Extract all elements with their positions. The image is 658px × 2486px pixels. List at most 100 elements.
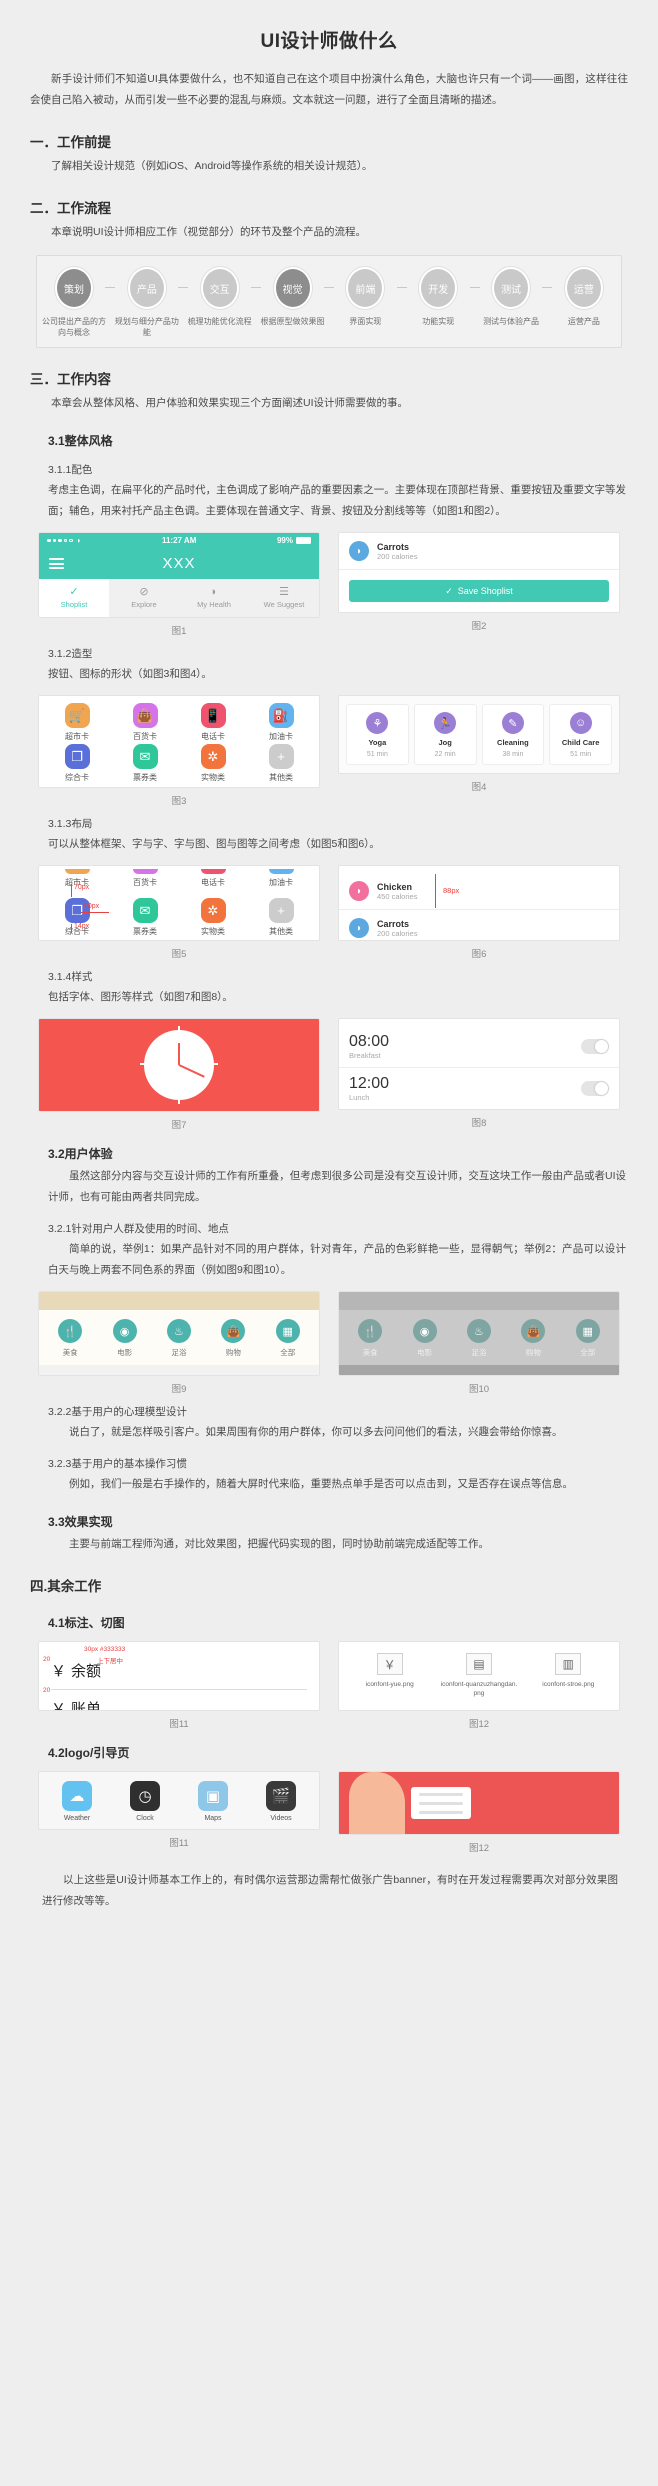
flow-node-2[interactable]: 交互 梳理功能优化流程	[187, 267, 252, 327]
asset-2[interactable]: ▥ iconfont-stroe.png	[529, 1653, 607, 1698]
figure-10: 🍴 美食 ◉ 电影 ♨ 足浴 👜 购物 ▦ 全部	[338, 1291, 620, 1376]
activity-duration-1: 22 min	[434, 751, 456, 758]
section-3-1-4-heading: 3.1.4样式	[48, 971, 93, 983]
category-1[interactable]: ◉ 电影	[112, 1319, 137, 1358]
figure-11b-col: ☁ Weather ◷ Clock ▣ Maps 🎬 Videos 图11	[38, 1771, 320, 1854]
figure-6-col: ◗ Chicken 450 calories ◗ Carrots 200 cal…	[338, 865, 620, 960]
status-time: 11:27 AM	[161, 536, 197, 545]
section-3-2-2-heading: 3.2.2基于用户的心理模型设计	[48, 1406, 187, 1418]
category-label-1: 电影	[117, 1348, 133, 1357]
battery-icon	[296, 537, 311, 544]
category-4[interactable]: ▦ 全部	[275, 1319, 300, 1358]
flow-label-2: 梳理功能优化流程	[187, 317, 252, 326]
section-3-heading: 三．工作内容	[30, 372, 111, 387]
section-3-1-1-heading: 3.1.1配色	[48, 464, 93, 476]
alarm-time-1: 12:00	[349, 1075, 390, 1092]
figure-5-col: 超市卡 百货卡 电话卡 加油卡 ❐ 综合卡 ✉ 票券类 ✲ 实物类 + 其他类 …	[38, 865, 320, 960]
flow-connector-5	[469, 287, 480, 288]
fig5-bot-cell-2: ✲ 实物类	[179, 898, 247, 937]
section-3-2-body: 虽然这部分内容与交互设计师的工作有所重叠，但考虑到很多公司是没有交互设计师，交互…	[48, 1170, 626, 1203]
app-videos[interactable]: 🎬 Videos	[266, 1781, 296, 1822]
fig5-top-label-1: 百货卡	[133, 878, 157, 887]
activity-duration-0: 51 min	[366, 751, 388, 758]
save-shoplist-button[interactable]: ✓ Save Shoplist	[349, 580, 609, 602]
fig5-bot-cell-0: ❐ 综合卡	[43, 898, 111, 937]
slice-note-0: 30px #333333	[84, 1646, 126, 1653]
icon-cell-2[interactable]: 📱 电话卡	[179, 703, 247, 742]
category-dark-4[interactable]: ▦ 全部	[575, 1319, 600, 1358]
app-weather[interactable]: ☁ Weather	[62, 1781, 92, 1822]
alarm-row-0[interactable]: 08:00 Breakfast	[339, 1026, 619, 1068]
fig5-top-cell-1: 百货卡	[111, 869, 179, 888]
icon-cell-4[interactable]: ❐ 综合卡	[43, 744, 111, 783]
app-clock[interactable]: ◷ Clock	[130, 1781, 160, 1822]
activity-card-1[interactable]: 🏃 Jog 22 min	[413, 704, 477, 765]
asset-0[interactable]: ￥ iconfont-yue.png	[351, 1653, 429, 1698]
flow-node-7[interactable]: 运营 运营产品	[553, 267, 615, 327]
shopping-icon: 👜	[221, 1319, 246, 1343]
phone-icon: 📱	[200, 703, 226, 728]
icon-cell-5[interactable]: ✉ 票券类	[111, 744, 179, 783]
category-dark-1[interactable]: ◉ 电影	[412, 1319, 437, 1358]
alarm-toggle-0[interactable]	[581, 1039, 609, 1054]
phone-status-bar: ◗ 11:27 AM 99%	[39, 533, 319, 548]
icon-label-4: 综合卡	[65, 773, 89, 782]
flow-circle-0: 策划	[55, 267, 93, 309]
category-2[interactable]: ♨ 足浴	[166, 1319, 191, 1358]
list-icon: ☰	[279, 586, 289, 598]
signal-icon	[47, 538, 73, 543]
alarm-toggle-1[interactable]	[581, 1081, 609, 1096]
flow-node-4[interactable]: 前端 界面实现	[334, 267, 396, 327]
anno-60px: 60px	[84, 903, 100, 910]
slice-note-3: 20	[43, 1687, 51, 1694]
anno-line-h1	[81, 912, 109, 913]
ticket-icon: ✉	[132, 898, 158, 923]
icon-cell-3[interactable]: ⛽ 加油卡	[247, 703, 315, 742]
flow-node-6[interactable]: 测试 测试与体验产品	[480, 267, 542, 327]
activity-card-3[interactable]: ☺ Child Care 51 min	[549, 704, 612, 765]
stack-icon: ❐	[64, 744, 90, 769]
plus-icon: +	[268, 744, 294, 769]
alarm-row-1[interactable]: 12:00 Lunch	[339, 1068, 619, 1109]
tab-explore[interactable]: ⊘ Explore	[109, 579, 179, 617]
flow-circle-4: 前端	[346, 267, 385, 309]
figure-row-6: 30px #333333 上下居中 20 ￥ 余额 20 ￥ 账单 图11 ￥ …	[20, 1635, 638, 1730]
measure-line	[435, 874, 436, 908]
asset-1[interactable]: ▤ iconfont-quanzuzhangdan.png	[440, 1653, 518, 1698]
icon-cell-0[interactable]: 🛒 超市卡	[43, 703, 111, 742]
category-3[interactable]: 👜 购物	[221, 1319, 246, 1358]
tab-we-suggest[interactable]: ☰ We Suggest	[249, 579, 319, 617]
category-dark-3[interactable]: 👜 购物	[521, 1319, 546, 1358]
flow-node-3[interactable]: 视觉 根据原型做效果图	[261, 267, 325, 327]
food-row-carrots: ◗ Carrots 200 calories	[339, 910, 619, 940]
app-label-weather: Weather	[63, 1815, 91, 1822]
figure-4-col: ⚘ Yoga 51 min 🏃 Jog 22 min ✎ Cleaning 38…	[338, 695, 620, 807]
icon-cell-1[interactable]: 👜 百货卡	[111, 703, 179, 742]
icon-label-2: 电话卡	[201, 732, 225, 741]
flow-node-1[interactable]: 产品 规划与细分产品功能	[115, 267, 179, 338]
card-icon-grid: 🛒 超市卡 👜 百货卡 📱 电话卡 ⛽ 加油卡 ❐ 综合卡 ✉ 票券类 ✲ 实物…	[39, 696, 319, 787]
flow-node-0[interactable]: 策划 公司提出产品的方向与概念	[42, 267, 106, 338]
icon-label-6: 实物类	[201, 773, 225, 782]
tab-my-health[interactable]: ◗ My Health	[179, 579, 249, 617]
banner-strip-dark	[339, 1292, 619, 1310]
section-3-2-1-body: 简单的说，举例1：如果产品针对不同的用户群体，针对青年，产品的色彩鲜艳一些，显得…	[48, 1243, 626, 1276]
icon-label-0: 超市卡	[65, 732, 89, 741]
anno-line-v2	[71, 924, 72, 933]
activity-card-0[interactable]: ⚘ Yoga 51 min	[346, 704, 409, 765]
tab-shoplist[interactable]: ✓ Shoplist	[39, 579, 109, 617]
category-dark-2[interactable]: ♨ 足浴	[466, 1319, 491, 1358]
activity-card-2[interactable]: ✎ Cleaning 38 min	[481, 704, 545, 765]
app-maps[interactable]: ▣ Maps	[198, 1781, 228, 1822]
icon-cell-7[interactable]: + 其他类	[247, 744, 315, 783]
figure-11b-caption: 图11	[169, 1838, 189, 1849]
activity-duration-3: 51 min	[570, 751, 592, 758]
category-0[interactable]: 🍴 美食	[58, 1319, 83, 1358]
page-title: UI设计师做什么	[260, 31, 398, 52]
icon-cell-6[interactable]: ✲ 实物类	[179, 744, 247, 783]
flow-node-5[interactable]: 开发 功能实现	[407, 267, 469, 327]
section-3-1-2-heading: 3.1.2造型	[48, 648, 93, 660]
food-row-chicken: ◗ Chicken 450 calories	[339, 873, 619, 910]
hamburger-menu-icon[interactable]	[49, 556, 64, 572]
category-dark-0[interactable]: 🍴 美食	[358, 1319, 383, 1358]
